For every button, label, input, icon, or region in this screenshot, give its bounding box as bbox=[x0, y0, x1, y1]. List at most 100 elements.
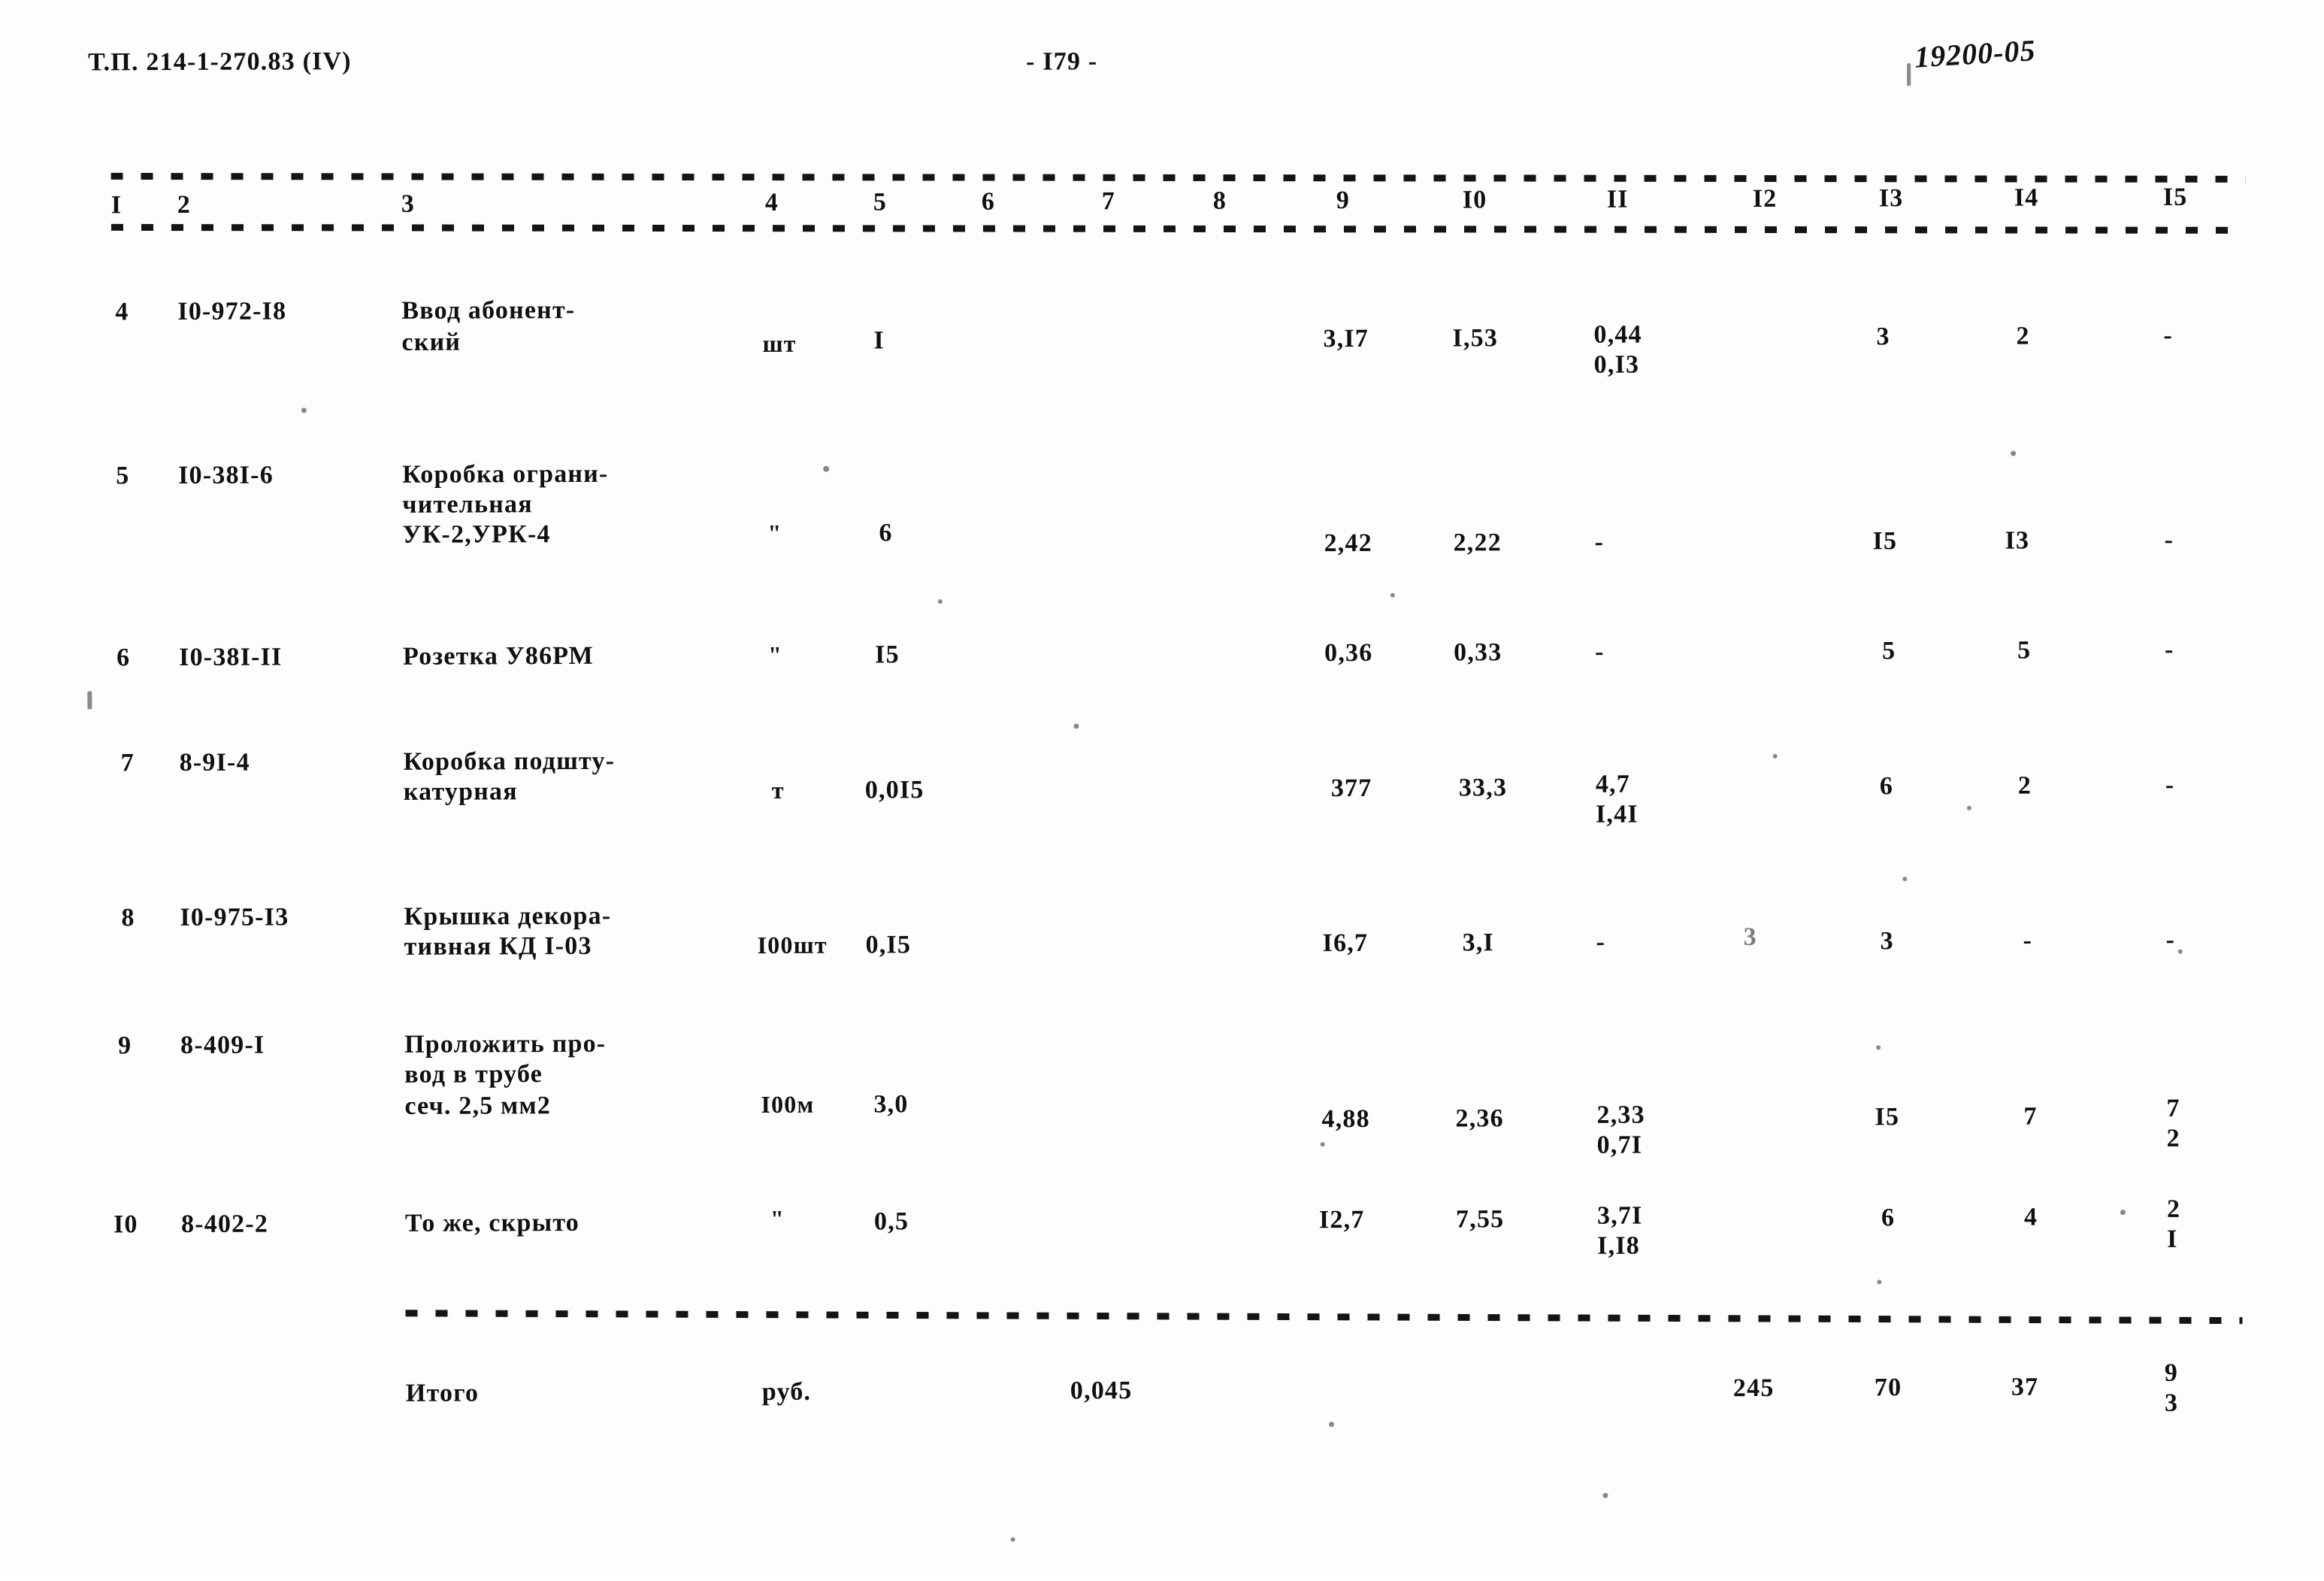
row-col15-upper: 7 bbox=[2166, 1094, 2180, 1122]
column-header-14: I4 bbox=[2014, 183, 2039, 212]
scan-speck bbox=[1902, 877, 1908, 882]
row-description-line: сеч. 2,5 мм2 bbox=[404, 1092, 552, 1120]
row-col11-upper: 3,7I bbox=[1596, 1201, 1643, 1230]
scan-speck bbox=[1073, 723, 1079, 729]
row-col14: 5 bbox=[2017, 636, 2032, 665]
row-number: 9 bbox=[118, 1031, 132, 1060]
scan-speck bbox=[1966, 805, 1971, 810]
row-unit: т bbox=[771, 776, 785, 804]
scan-speck bbox=[1329, 1422, 1335, 1428]
table-header-rule bbox=[110, 223, 2246, 234]
scan-speck bbox=[1907, 63, 1911, 86]
row-description-line: Розетка У86РМ bbox=[403, 641, 594, 671]
row-col13: 3 bbox=[1880, 927, 1894, 956]
row-col11-lower: I,I8 bbox=[1597, 1231, 1640, 1260]
document-code: Т.П. 214-1-270.83 (IV) bbox=[88, 47, 352, 77]
row-unit: " bbox=[770, 1204, 785, 1233]
column-header-3: 3 bbox=[401, 189, 416, 218]
row-col9: I2,7 bbox=[1318, 1205, 1365, 1234]
total-col15-upper: 9 bbox=[2164, 1358, 2179, 1387]
row-quantity: I5 bbox=[875, 641, 900, 669]
row-unit: " bbox=[768, 641, 783, 669]
scan-speck bbox=[2011, 450, 2017, 456]
row-unit: " bbox=[767, 519, 782, 547]
column-header-11: II bbox=[1606, 185, 1629, 214]
column-header-13: I3 bbox=[1878, 184, 1904, 213]
column-header-2: 2 bbox=[177, 190, 192, 220]
scan-speck bbox=[937, 599, 943, 604]
row-description-line: Проложить про- bbox=[404, 1029, 607, 1059]
row-col15-lower: 2 bbox=[2166, 1124, 2180, 1152]
scan-speck bbox=[2177, 949, 2183, 954]
total-col7: 0,045 bbox=[1070, 1377, 1133, 1405]
row-code: 8-409-I bbox=[180, 1031, 265, 1060]
row-col15-upper: - bbox=[2164, 525, 2174, 554]
column-header-9: 9 bbox=[1336, 186, 1351, 215]
row-description-line: катурная bbox=[403, 777, 518, 806]
row-code: I0-972-I8 bbox=[177, 297, 287, 326]
row-col13: 5 bbox=[1882, 637, 1896, 665]
scan-speck bbox=[301, 407, 307, 413]
row-col11-upper: - bbox=[1594, 528, 1605, 556]
row-col11-lower: 0,I3 bbox=[1593, 350, 1640, 379]
scan-speck bbox=[87, 691, 92, 710]
row-col9: 4,88 bbox=[1321, 1104, 1370, 1134]
row-description-line: вод в трубе bbox=[404, 1060, 543, 1089]
row-description-line: Ввод абонент- bbox=[401, 295, 576, 325]
row-col15-upper: - bbox=[2165, 771, 2175, 799]
row-col13: 6 bbox=[1879, 772, 1894, 801]
row-col14: - bbox=[2023, 926, 2033, 955]
row-col14: 2 bbox=[2016, 322, 2030, 350]
row-col10: I,53 bbox=[1452, 324, 1499, 353]
row-col15-upper: 2 bbox=[2166, 1195, 2181, 1223]
column-header-6: 6 bbox=[981, 187, 996, 216]
row-col10: 0,33 bbox=[1454, 638, 1502, 667]
row-code: 8-402-2 bbox=[180, 1210, 269, 1239]
row-col11-upper: - bbox=[1595, 638, 1605, 666]
column-header-15: I5 bbox=[2162, 183, 2188, 211]
scan-speck bbox=[1602, 1492, 1608, 1498]
row-col13: 6 bbox=[1881, 1204, 1896, 1232]
column-header-4: 4 bbox=[764, 188, 779, 217]
row-col12: 3 bbox=[1743, 922, 1757, 952]
total-col14: 37 bbox=[2011, 1373, 2039, 1401]
total-col12: 245 bbox=[1732, 1374, 1775, 1403]
row-number: 5 bbox=[116, 462, 130, 490]
totals-separator-rule bbox=[405, 1310, 2243, 1325]
total-unit: руб. bbox=[761, 1377, 812, 1407]
row-unit: шт bbox=[762, 329, 797, 358]
row-col9: 377 bbox=[1330, 774, 1372, 803]
row-col11-upper: 4,7 bbox=[1595, 770, 1630, 798]
table-top-rule bbox=[110, 172, 2246, 183]
row-description-line: Коробка подшту- bbox=[403, 747, 616, 776]
archive-stamp: 19200-05 bbox=[1913, 33, 2037, 74]
row-col11-upper: - bbox=[1596, 928, 1606, 956]
row-code: I0-38I-6 bbox=[178, 461, 274, 490]
row-number: 8 bbox=[121, 904, 135, 932]
row-code: 8-9I-4 bbox=[179, 748, 250, 777]
row-col11-upper: 0,44 bbox=[1593, 320, 1642, 349]
row-code: I0-975-I3 bbox=[180, 903, 289, 932]
row-col10: 3,I bbox=[1462, 928, 1495, 957]
row-col9: 3,I7 bbox=[1323, 324, 1369, 353]
scan-speck bbox=[1877, 1280, 1882, 1285]
row-number: 4 bbox=[115, 298, 129, 326]
row-col15-upper: - bbox=[2165, 635, 2174, 664]
row-description-line: То же, скрыто bbox=[404, 1208, 580, 1237]
total-col13: 70 bbox=[1874, 1374, 1902, 1402]
row-quantity: 6 bbox=[879, 519, 893, 547]
scan-speck bbox=[2120, 1210, 2126, 1216]
row-unit: I00м bbox=[761, 1090, 815, 1119]
row-col10: 2,36 bbox=[1455, 1104, 1504, 1133]
row-col14: 4 bbox=[2023, 1203, 2038, 1231]
row-col14: 7 bbox=[2023, 1102, 2038, 1131]
row-col9: 0,36 bbox=[1324, 638, 1373, 668]
row-quantity: 0,5 bbox=[873, 1207, 909, 1236]
row-col10: 2,22 bbox=[1453, 529, 1502, 557]
total-col15-lower: 3 bbox=[2164, 1389, 2179, 1417]
scan-speck bbox=[1772, 753, 1778, 759]
row-unit: I00шт bbox=[757, 931, 828, 959]
row-col11-lower: I,4I bbox=[1595, 800, 1639, 828]
row-col9: I6,7 bbox=[1322, 928, 1369, 958]
row-col11-upper: 2,33 bbox=[1596, 1101, 1645, 1129]
